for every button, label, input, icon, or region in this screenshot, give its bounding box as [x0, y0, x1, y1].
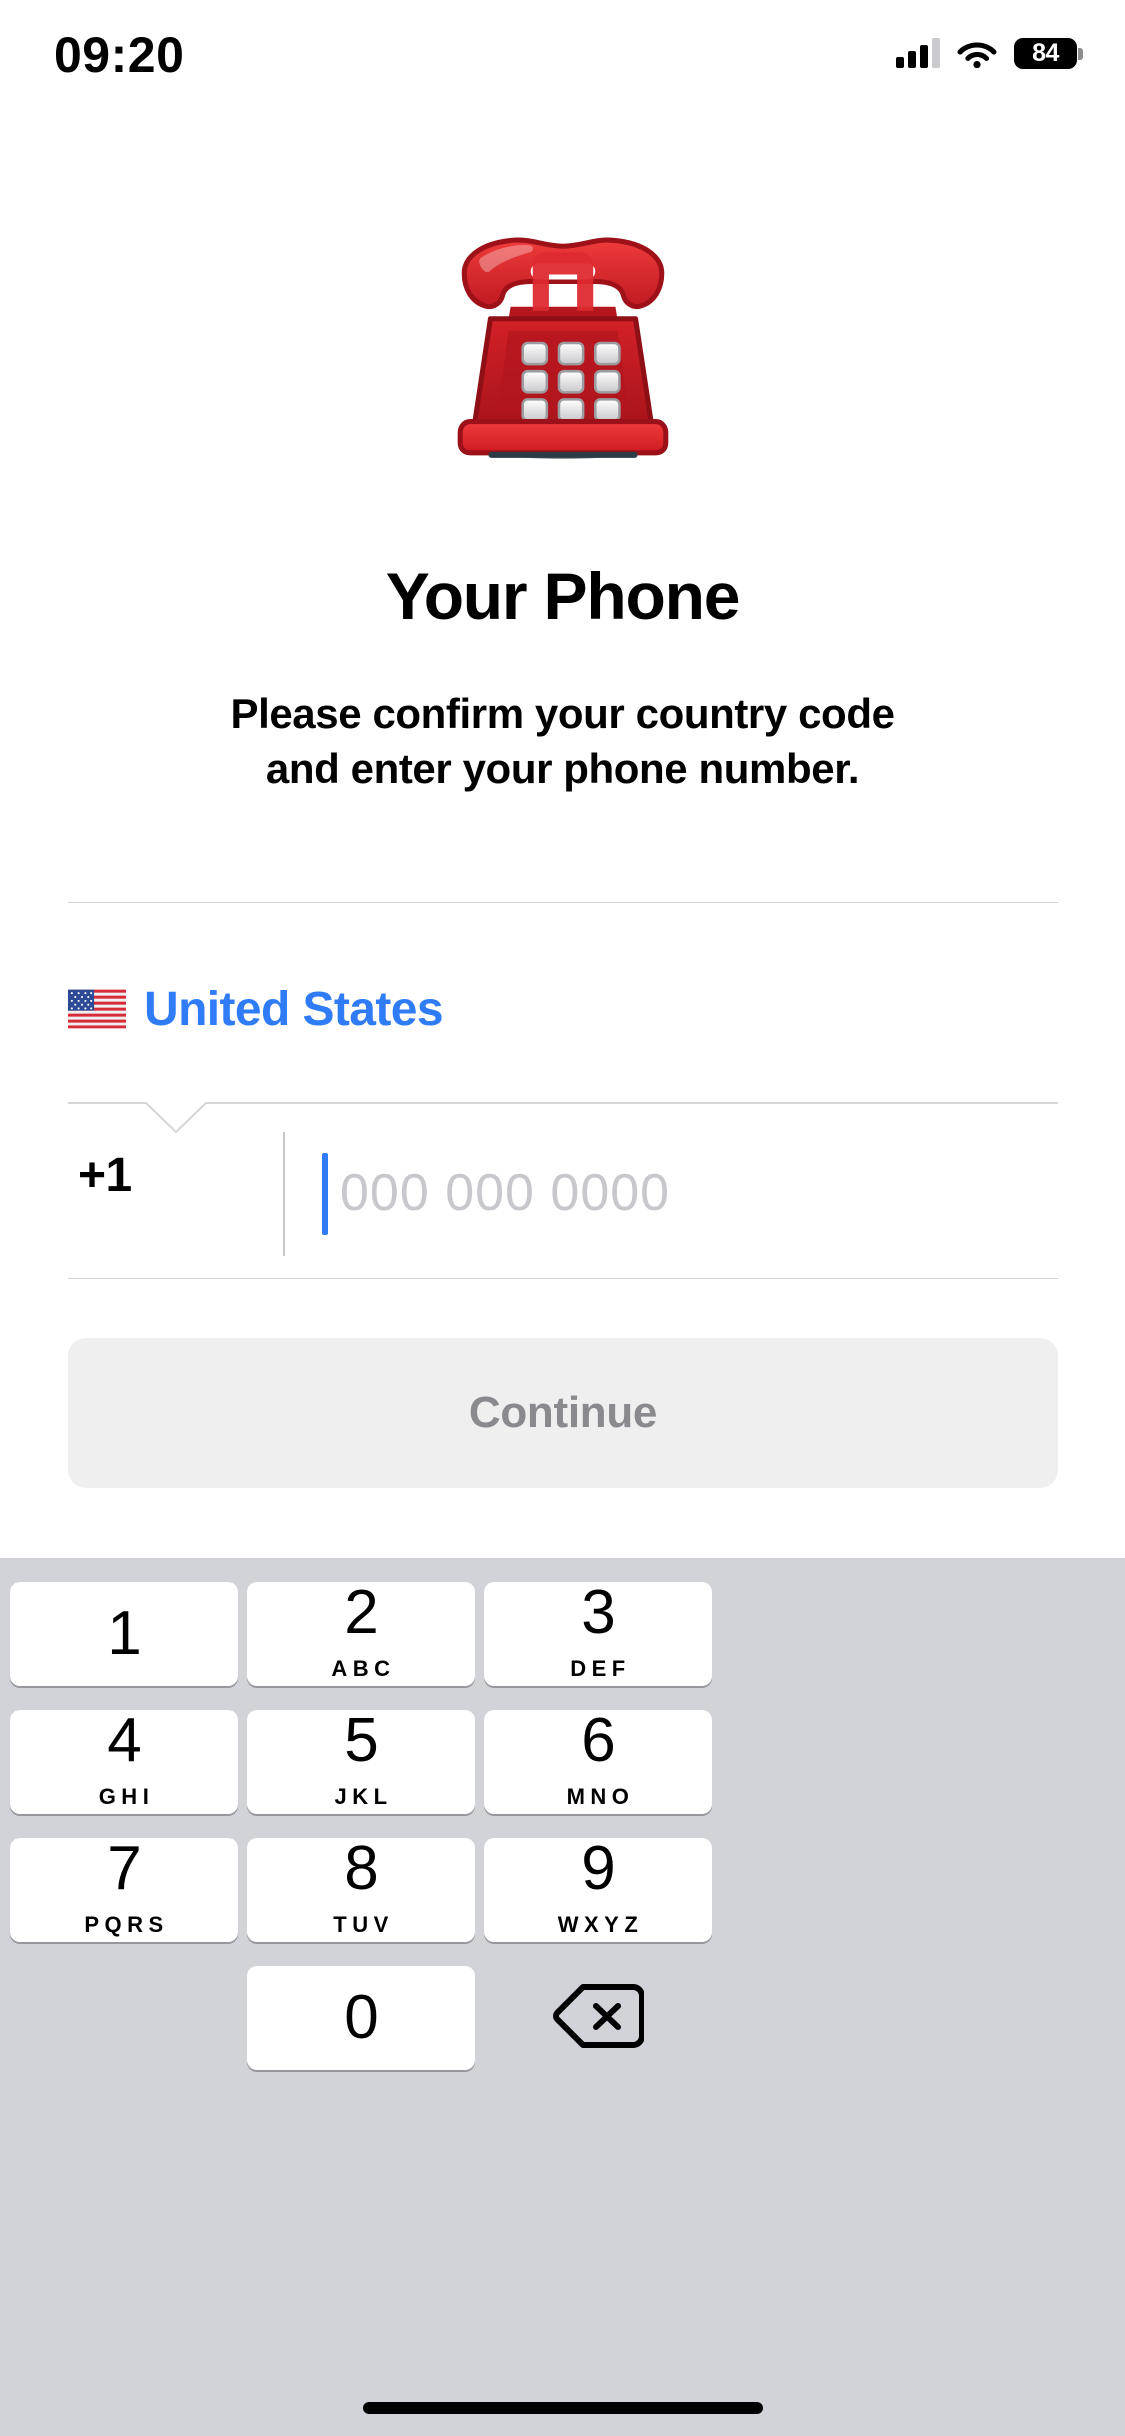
keypad-key-5[interactable]: 5 JKL	[247, 1710, 475, 1814]
wifi-icon	[957, 38, 997, 69]
keypad-key-1[interactable]: 1	[10, 1582, 238, 1686]
subtitle-line-1: Please confirm your country code	[230, 690, 895, 737]
status-bar-indicators: 84	[896, 30, 1083, 76]
key-digit: 5	[344, 1706, 378, 1775]
keypad-delete-key[interactable]	[484, 1966, 712, 2070]
country-code-label: +1	[78, 1149, 132, 1202]
us-flag-emoji	[68, 989, 126, 1029]
keypad-key-2[interactable]: 2 ABC	[247, 1582, 475, 1686]
key-letters: ABC	[331, 1656, 396, 1681]
status-bar-time: 09:20	[54, 27, 185, 83]
key-digit: 6	[581, 1706, 615, 1775]
keypad-key-9[interactable]: 9 WXYZ	[484, 1838, 712, 1942]
phone-signup-screen: 09:20 84 Your Phone Please confirm your …	[0, 0, 1125, 2436]
status-bar: 09:20 84	[0, 0, 1125, 120]
key-letters: DEF	[570, 1656, 631, 1681]
key-digit: 2	[344, 1578, 378, 1647]
keypad-key-8[interactable]: 8 TUV	[247, 1838, 475, 1942]
keypad-key-3[interactable]: 3 DEF	[484, 1582, 712, 1686]
text-cursor	[322, 1153, 328, 1235]
page-subtitle: Please confirm your country code and ent…	[100, 686, 1025, 796]
key-letters: PQRS	[84, 1912, 169, 1937]
key-digit: 4	[107, 1706, 141, 1775]
key-digit: 9	[581, 1834, 615, 1903]
divider-bottom	[68, 1278, 1058, 1279]
keypad-key-6[interactable]: 6 MNO	[484, 1710, 712, 1814]
key-letters: JKL	[334, 1784, 393, 1809]
page-title: Your Phone	[385, 559, 741, 633]
keypad-key-4[interactable]: 4 GHI	[10, 1710, 238, 1814]
numeric-keypad: 1 2 ABC 3 DEF 4 GHI 5 JKL 6 MNO 7 PQRS 8…	[0, 1558, 1125, 2436]
divider-top	[68, 902, 1058, 903]
key-letters: GHI	[98, 1784, 155, 1809]
country-selector[interactable]: United States	[68, 968, 1058, 1050]
home-indicator	[362, 2402, 763, 2414]
key-digit: 8	[344, 1834, 378, 1903]
continue-button[interactable]: Continue	[68, 1338, 1058, 1488]
delete-backspace-icon	[552, 1981, 645, 2056]
keypad-key-0[interactable]: 0	[247, 1966, 475, 2070]
key-digit: 7	[107, 1834, 141, 1903]
phone-number-input[interactable]: 000 000 0000	[340, 1148, 1040, 1238]
key-digit: 0	[344, 1983, 378, 2052]
country-name-label: United States	[144, 982, 444, 1036]
keypad-key-7[interactable]: 7 PQRS	[10, 1838, 238, 1942]
key-letters: TUV	[333, 1912, 394, 1937]
key-digit: 1	[107, 1599, 141, 1668]
key-digit: 3	[581, 1578, 615, 1647]
key-letters: MNO	[566, 1784, 635, 1809]
signal-bars-icon	[896, 38, 940, 68]
battery-level-text: 84	[1032, 38, 1059, 67]
subtitle-line-2: and enter your phone number.	[265, 745, 860, 792]
divider-with-notch	[68, 1086, 1058, 1134]
key-letters: WXYZ	[557, 1912, 644, 1937]
telephone-emoji	[0, 218, 1125, 476]
field-separator	[283, 1132, 285, 1256]
battery-icon: 84	[1014, 37, 1083, 69]
